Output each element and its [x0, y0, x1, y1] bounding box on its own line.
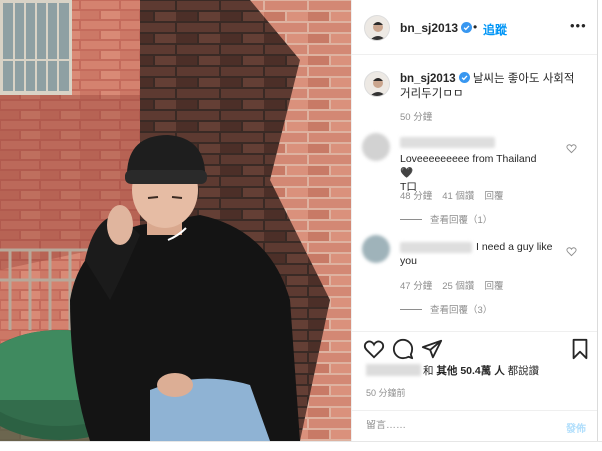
comment-text: I need a guy like you — [400, 241, 553, 267]
view-replies-label: 查看回覆（3） — [430, 305, 493, 316]
comment-meta: 47 分鐘 25 個讚 回覆 — [400, 278, 513, 292]
comment-input[interactable] — [366, 420, 556, 431]
more-options-button[interactable]: ••• — [570, 18, 587, 33]
post-photo[interactable] — [0, 0, 351, 441]
photo-illustration — [0, 0, 351, 441]
panel-border — [597, 0, 598, 441]
header-separator: • — [473, 20, 478, 34]
post-comment-button[interactable]: 發佈 — [566, 420, 586, 435]
share-icon[interactable] — [421, 338, 443, 360]
comment-time: 48 分鐘 — [400, 191, 433, 202]
comment-text-line1: Loveeeeeeeee from Thailand — [400, 153, 537, 165]
view-replies-button[interactable]: 查看回覆（3） — [400, 302, 492, 316]
divider-dash — [400, 219, 422, 220]
author-username: bn_sj2013 — [400, 21, 459, 35]
verified-badge-icon — [458, 72, 470, 83]
divider-dash — [400, 309, 422, 310]
add-comment-row: 發佈 — [352, 410, 598, 441]
view-replies-button[interactable]: 查看回覆（1） — [400, 212, 492, 226]
author-avatar[interactable] — [364, 15, 390, 41]
commenter-username[interactable] — [400, 137, 495, 148]
post-header: bn_sj2013 • 追蹤 ••• — [352, 0, 598, 55]
bookmark-icon[interactable] — [569, 338, 591, 360]
heart-icon[interactable] — [363, 338, 385, 360]
likes-count[interactable]: 其他 50.4萬 人 — [436, 365, 504, 377]
commenter-avatar[interactable] — [362, 133, 390, 161]
comment-icon[interactable] — [392, 338, 414, 360]
heart-black-emoji-icon: 🖤 — [400, 167, 414, 179]
heart-icon[interactable] — [566, 143, 577, 154]
likes-prefix: 和 — [423, 365, 434, 377]
view-replies-label: 查看回覆（1） — [430, 215, 493, 226]
likes-suffix: 都說讚 — [507, 365, 540, 377]
caption-text-block: bn_sj2013 날씨는 좋아도 사회적 거리두기ㅁㅁ — [400, 72, 575, 102]
post-timestamp[interactable]: 50 分鐘前 — [366, 386, 406, 399]
caption-username[interactable]: bn_sj2013 — [400, 73, 456, 85]
reply-button[interactable]: 回覆 — [484, 281, 503, 292]
author-username-link[interactable]: bn_sj2013 — [400, 21, 473, 35]
comment-like-count[interactable]: 25 個讚 — [442, 281, 474, 292]
verified-badge-icon — [461, 22, 473, 33]
post-side-panel: bn_sj2013 • 追蹤 ••• bn_sj2013 날씨는 좋아도 사회적… — [351, 0, 598, 441]
caption-time: 50 分鐘 — [400, 112, 433, 123]
bottom-border — [0, 441, 602, 442]
comment-like-count[interactable]: 41 個讚 — [442, 191, 474, 202]
follow-button[interactable]: 追蹤 — [483, 21, 507, 38]
heart-icon[interactable] — [566, 246, 577, 257]
comment-time: 47 分鐘 — [400, 281, 433, 292]
reply-button[interactable]: 回覆 — [484, 191, 503, 202]
liker-username[interactable] — [366, 364, 421, 376]
commenter-avatar[interactable] — [362, 235, 390, 263]
caption-avatar[interactable] — [364, 71, 390, 97]
likes-summary: 和 其他 50.4萬 人 都說讚 — [366, 363, 539, 378]
comment-meta: 48 分鐘 41 個讚 回覆 — [400, 188, 513, 202]
